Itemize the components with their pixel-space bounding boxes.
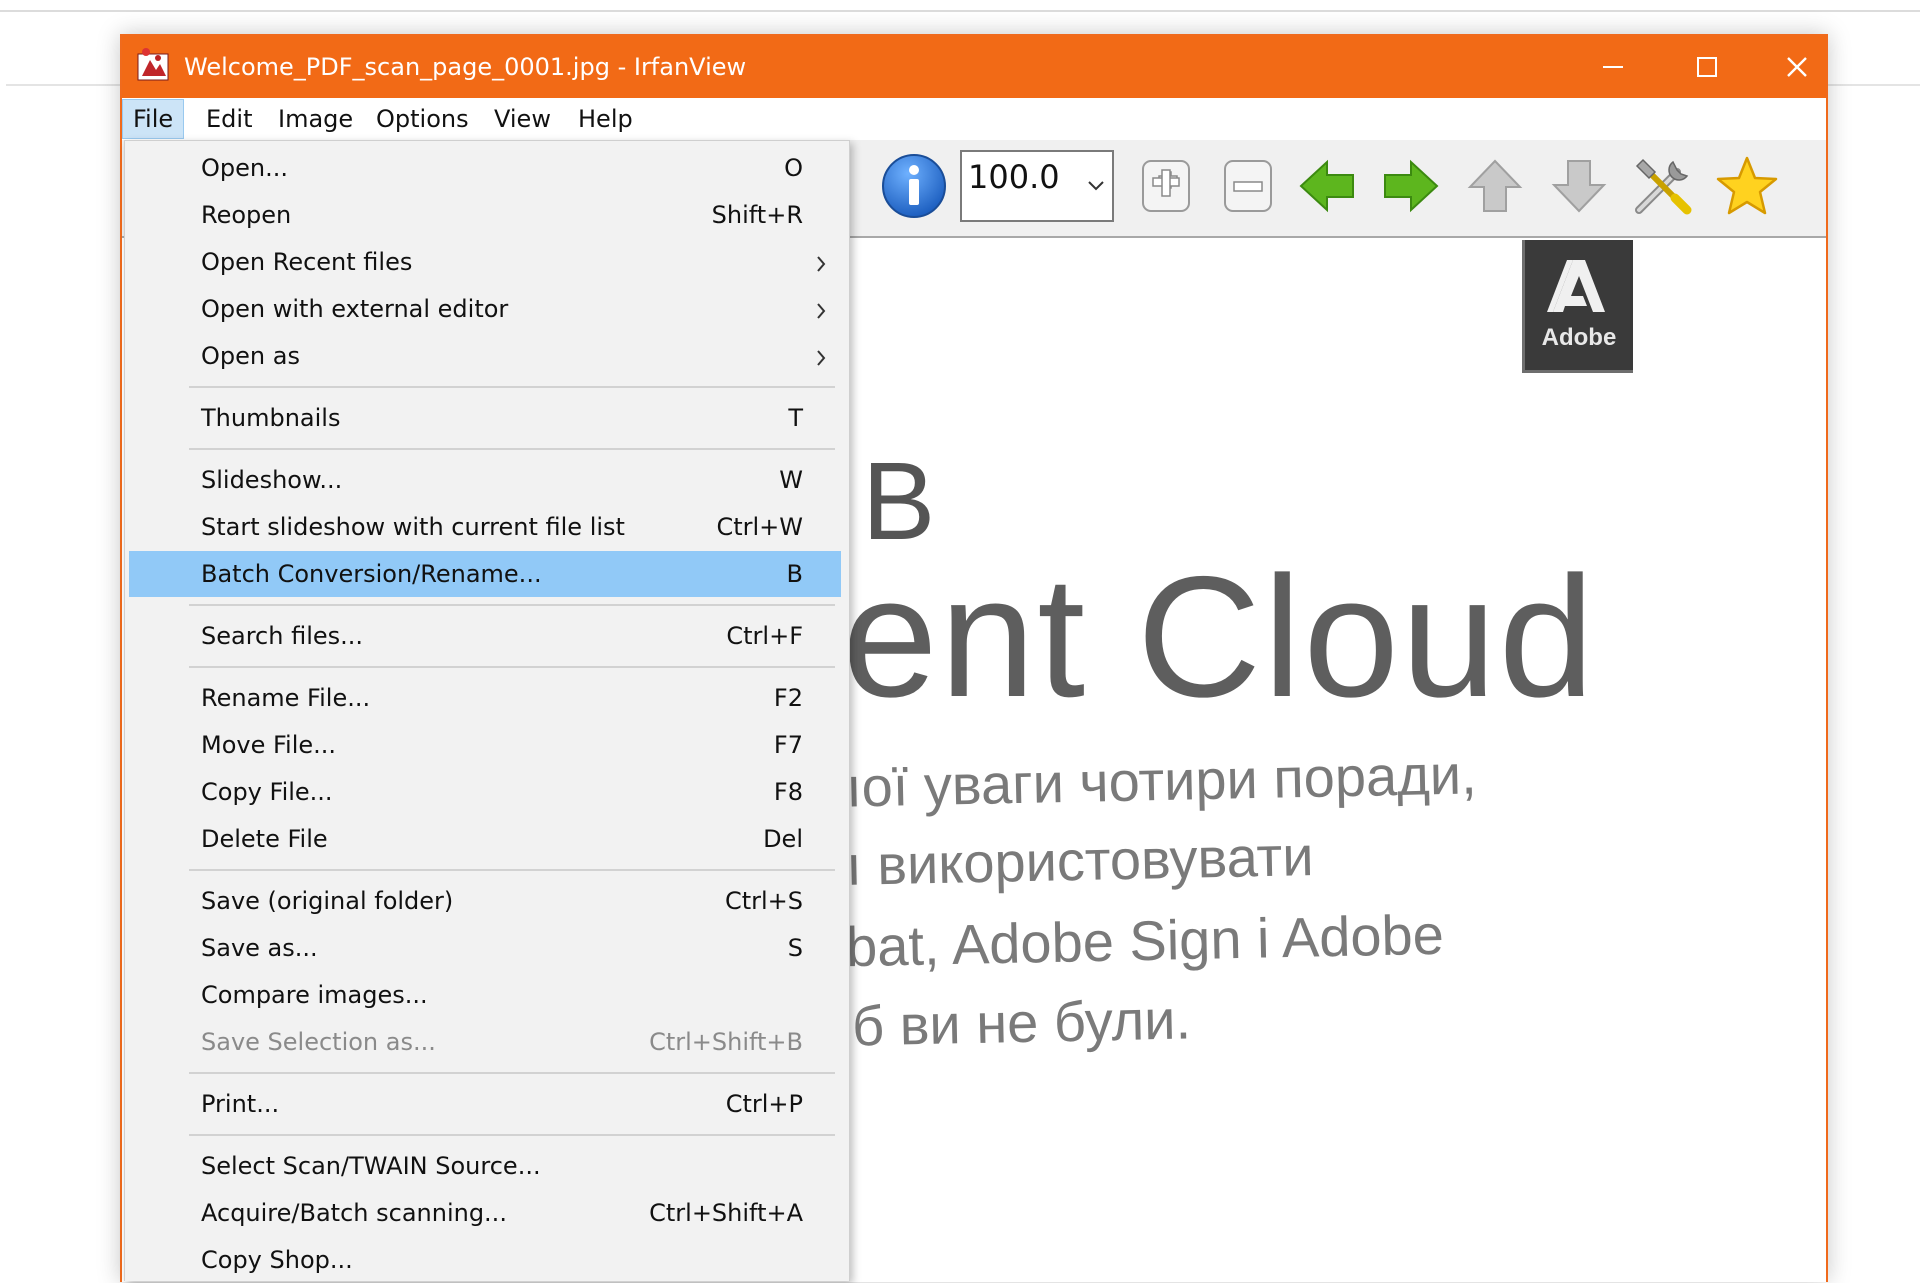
favorite-button[interactable] [1710,150,1784,222]
menu-item-save-as[interactable]: Save as... S [129,925,841,971]
menu-separator [189,666,835,668]
menu-file[interactable]: File [122,99,185,139]
menu-separator [189,1134,835,1136]
menu-item-copy-file[interactable]: Copy File... F8 [129,769,841,815]
menu-item-open-as[interactable]: Open as [129,333,841,379]
arrow-up-icon [1467,159,1523,212]
menu-item-open[interactable]: Open... O [129,145,841,191]
menu-item-select-scan-source[interactable]: Select Scan/TWAIN Source... [129,1143,841,1189]
menu-item-move-file[interactable]: Move File... F7 [129,722,841,768]
menu-separator [189,1072,835,1074]
menu-options[interactable]: Options [366,100,479,138]
minimize-icon [1603,66,1623,68]
info-icon [882,154,946,218]
document-line: б ви не були. [851,987,1192,1058]
menu-view[interactable]: View [484,100,561,138]
info-button[interactable] [878,150,950,222]
zoom-combobox[interactable]: 100.0 [960,150,1114,222]
chevron-right-icon [815,299,827,327]
document-heading: ent Cloud [842,541,1597,733]
menu-item-save-selection: Save Selection as... Ctrl+Shift+B [201,1028,803,1056]
scroll-down-button[interactable] [1546,154,1612,218]
previous-image-button[interactable] [1294,154,1360,218]
next-image-button[interactable] [1378,154,1444,218]
app-icon [136,48,172,84]
chevron-down-icon[interactable] [1086,178,1106,197]
maximize-button[interactable] [1662,36,1752,98]
tools-icon [1635,158,1692,215]
window-title: Welcome_PDF_scan_page_0001.jpg - IrfanVi… [184,53,747,81]
arrow-right-icon [1384,159,1439,213]
minimize-button[interactable] [1568,36,1658,98]
chevron-right-icon [815,252,827,280]
chevron-right-icon [815,346,827,374]
menu-separator [189,604,835,606]
file-menu-dropdown: Open... O Reopen Shift+R Open Recent fil… [124,140,850,1281]
menu-edit[interactable]: Edit [196,100,262,138]
menu-separator [189,448,835,450]
close-button[interactable] [1752,36,1826,98]
menu-item-acquire-batch-scanning[interactable]: Acquire/Batch scanning... Ctrl+Shift+A [129,1190,841,1236]
arrow-down-icon [1551,160,1607,213]
title-bar[interactable]: Welcome_PDF_scan_page_0001.jpg - IrfanVi… [122,36,1826,98]
menu-item-copy-shop[interactable]: Copy Shop... [129,1237,841,1283]
properties-button[interactable] [1626,150,1700,222]
menu-separator [189,869,835,871]
menu-item-reopen[interactable]: Reopen Shift+R [129,192,841,238]
menu-image[interactable]: Image [268,100,363,138]
menu-item-save-original[interactable]: Save (original folder) Ctrl+S [129,878,841,924]
menu-item-batch-conversion[interactable]: Batch Conversion/Rename... B [129,551,841,597]
menu-item-start-slideshow[interactable]: Start slideshow with current file list C… [129,504,841,550]
desktop-line [0,10,1920,12]
document-line: ı використовувати [845,824,1315,897]
zoom-out-icon [1224,160,1272,212]
adobe-badge-text: Adobe [1541,324,1617,351]
menu-item-open-recent[interactable]: Open Recent files [129,239,841,285]
star-icon [1716,156,1778,215]
menu-item-search-files[interactable]: Search files... Ctrl+F [129,613,841,659]
maximize-icon [1697,57,1717,77]
menu-item-print[interactable]: Print... Ctrl+P [129,1081,841,1127]
zoom-in-button[interactable] [1136,154,1196,218]
menu-item-rename-file[interactable]: Rename File... F2 [129,675,841,721]
menu-separator [189,386,835,388]
menu-item-open-external-editor[interactable]: Open with external editor [129,286,841,332]
document-line: bat, Adobe Sign i Adobe [845,902,1445,979]
menu-item-thumbnails[interactable]: Thumbnails T [129,395,841,441]
adobe-logo-icon [1547,260,1605,312]
arrow-left-icon [1299,159,1354,213]
menu-help[interactable]: Help [568,100,643,138]
menu-item-compare-images[interactable]: Compare images... [129,972,841,1018]
zoom-out-button[interactable] [1218,154,1278,218]
scroll-up-button[interactable] [1462,154,1528,218]
menu-bar: File Edit Image Options View Help [122,98,1826,140]
document-line: ıoї уваги чотири поради, [845,742,1478,819]
zoom-in-icon [1142,160,1190,212]
adobe-logo: Adobe [1522,240,1633,373]
menu-item-slideshow[interactable]: Slideshow... W [129,457,841,503]
zoom-value: 100.0 [968,158,1060,196]
close-icon [1787,57,1807,77]
menu-item-delete-file[interactable]: Delete File Del [129,816,841,862]
